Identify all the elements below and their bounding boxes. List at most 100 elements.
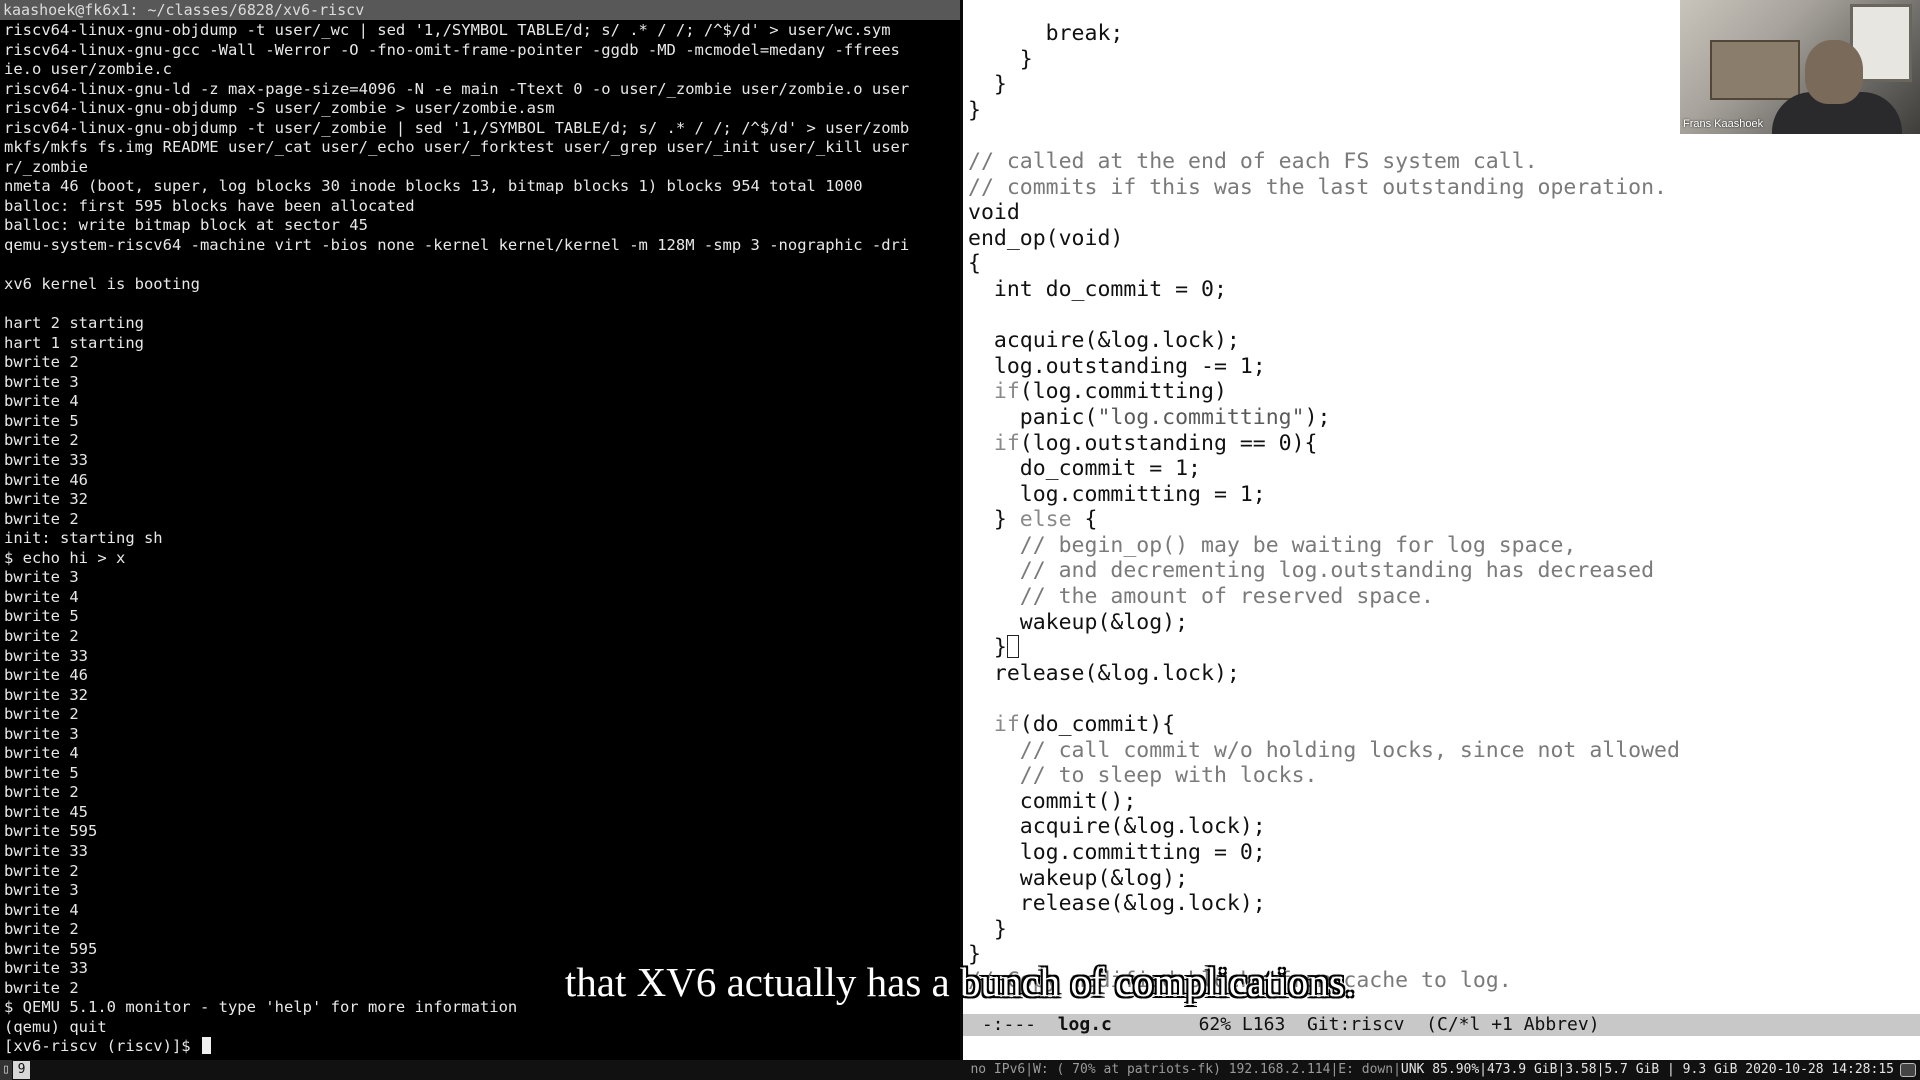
terminal-output[interactable]: riscv64-linux-gnu-objdump -t user/_wc | … bbox=[4, 21, 958, 1057]
terminal-line: bwrite 32 bbox=[4, 685, 88, 704]
code-line[interactable]: log.outstanding -= 1; bbox=[968, 354, 1908, 380]
code-comment: // and decrementing log.outstanding has … bbox=[968, 558, 1655, 584]
code-line[interactable]: commit(); bbox=[968, 789, 1908, 815]
code-line[interactable]: end_op(void) bbox=[968, 226, 1908, 252]
code-line[interactable]: wakeup(&log); bbox=[968, 866, 1908, 892]
i3-status-bar: ▯ 9 no IPv6|W: ( 70% at patriots-fk) 192… bbox=[0, 1060, 1920, 1080]
code-line[interactable]: if(do_commit){ bbox=[968, 712, 1908, 738]
code-text: } bbox=[968, 97, 981, 123]
terminal-line: bwrite 32 bbox=[4, 490, 88, 509]
terminal-line: hart 2 starting bbox=[4, 314, 144, 333]
code-text: } bbox=[968, 942, 981, 968]
terminal-line: bwrite 3 bbox=[4, 568, 79, 587]
code-line[interactable]: // and decrementing log.outstanding has … bbox=[968, 558, 1908, 584]
terminal-line: bwrite 2 bbox=[4, 626, 79, 645]
terminal-line: bwrite 33 bbox=[4, 959, 88, 978]
code-text: void bbox=[968, 200, 1020, 226]
code-line[interactable]: release(&log.lock); bbox=[968, 661, 1908, 687]
code-text: int do_commit = 0; bbox=[968, 276, 1227, 302]
terminal-line: balloc: write bitmap block at sector 45 bbox=[4, 216, 368, 235]
code-keyword: if bbox=[993, 712, 1020, 738]
terminal-window[interactable]: kaashoek@fk6x1: ~/classes/6828/xv6-riscv… bbox=[0, 0, 960, 1060]
code-line[interactable]: } bbox=[968, 942, 1908, 968]
code-line[interactable]: log.committing = 1; bbox=[968, 482, 1908, 508]
terminal-line: bwrite 3 bbox=[4, 724, 79, 743]
terminal-line: riscv64-linux-gnu-objdump -t user/_zombi… bbox=[4, 118, 910, 137]
modeline-position: 62% L163 bbox=[1111, 1014, 1286, 1035]
code-text: if(do_commit){ bbox=[993, 712, 1176, 738]
code-text: panic("log.committing"); bbox=[968, 404, 1331, 430]
terminal-line: bwrite 2 bbox=[4, 705, 79, 724]
code-keyword: if bbox=[993, 379, 1020, 405]
terminal-line: bwrite 45 bbox=[4, 802, 88, 821]
terminal-line: (qemu) quit bbox=[4, 1017, 107, 1036]
code-text: commit(); bbox=[968, 788, 1137, 814]
terminal-line: hart 1 starting bbox=[4, 333, 144, 352]
terminal-line: balloc: first 595 blocks have been alloc… bbox=[4, 196, 415, 215]
code-line[interactable]: if(log.outstanding == 0){ bbox=[968, 431, 1908, 457]
code-buffer[interactable]: break; } }} // called at the end of each … bbox=[968, 21, 1908, 994]
code-line[interactable] bbox=[968, 303, 1908, 329]
terminal-line: bwrite 33 bbox=[4, 841, 88, 860]
code-line[interactable]: panic("log.committing"); bbox=[968, 405, 1908, 431]
emacs-minibuffer[interactable] bbox=[963, 1036, 1920, 1060]
code-comment: // begin_op() may be waiting for log spa… bbox=[968, 532, 1577, 558]
terminal-line: bwrite 4 bbox=[4, 587, 79, 606]
code-line[interactable]: // call commit w/o holding locks, since … bbox=[968, 738, 1908, 764]
code-line[interactable]: } bbox=[968, 917, 1908, 943]
modeline-filename: log.c bbox=[1057, 1014, 1112, 1035]
terminal-line: bwrite 595 bbox=[4, 939, 98, 958]
terminal-line: ie.o user/zombie.c bbox=[4, 60, 172, 79]
code-line[interactable]: { bbox=[968, 251, 1908, 277]
person-head-shape bbox=[1805, 40, 1863, 104]
code-line[interactable]: int do_commit = 0; bbox=[968, 277, 1908, 303]
code-text: end_op(void) bbox=[968, 225, 1124, 251]
terminal-title: kaashoek@fk6x1: ~/classes/6828/xv6-riscv bbox=[0, 0, 960, 20]
terminal-line: bwrite 3 bbox=[4, 372, 79, 391]
code-line[interactable]: // commits if this was the last outstand… bbox=[968, 175, 1908, 201]
code-text: do_commit = 1; bbox=[968, 456, 1201, 482]
code-keyword: else bbox=[1019, 507, 1072, 533]
code-line[interactable]: acquire(&log.lock); bbox=[968, 328, 1908, 354]
code-comment: // to sleep with locks. bbox=[968, 763, 1318, 789]
code-line[interactable]: // the amount of reserved space. bbox=[968, 584, 1908, 610]
code-keyword: if bbox=[993, 430, 1020, 456]
code-line[interactable]: // called at the end of each FS system c… bbox=[968, 149, 1908, 175]
tray-icon[interactable] bbox=[1900, 1063, 1916, 1077]
code-text: } bbox=[968, 72, 1007, 98]
code-comment: // the amount of reserved space. bbox=[968, 584, 1434, 610]
code-line[interactable]: } else { bbox=[968, 507, 1908, 533]
terminal-line: nmeta 46 (boot, super, log blocks 30 ino… bbox=[4, 177, 863, 196]
code-line[interactable]: if(log.committing) bbox=[968, 379, 1908, 405]
code-line[interactable]: release(&log.lock); bbox=[968, 891, 1908, 917]
workspace-indicator-icon[interactable]: ▯ bbox=[0, 1060, 12, 1080]
code-text: release(&log.lock); bbox=[968, 891, 1266, 917]
code-text: } bbox=[968, 916, 1007, 942]
terminal-line: bwrite 2 bbox=[4, 978, 79, 997]
code-line[interactable]: acquire(&log.lock); bbox=[968, 814, 1908, 840]
code-line[interactable] bbox=[968, 686, 1908, 712]
code-line[interactable]: do_commit = 1; bbox=[968, 456, 1908, 482]
emacs-editor[interactable]: break; } }} // called at the end of each … bbox=[963, 0, 1920, 1060]
code-text: { bbox=[968, 251, 981, 277]
bookshelf-shape bbox=[1710, 40, 1800, 100]
code-line[interactable]: wakeup(&log); bbox=[968, 610, 1908, 636]
code-text: log.committing = 0; bbox=[968, 840, 1266, 865]
terminal-line: bwrite 5 bbox=[4, 411, 79, 430]
code-line[interactable]: void bbox=[968, 200, 1908, 226]
code-text: } bbox=[968, 46, 1033, 72]
terminal-prompt-line[interactable]: [xv6-riscv (riscv)]$ bbox=[4, 1037, 958, 1057]
code-line[interactable]: // to sleep with locks. bbox=[968, 763, 1908, 789]
code-line[interactable]: // Copy modified blocks from cache to lo… bbox=[968, 968, 1908, 994]
code-line[interactable]: // begin_op() may be waiting for log spa… bbox=[968, 533, 1908, 559]
code-text: acquire(&log.lock); bbox=[968, 328, 1240, 354]
code-comment: // Copy modified blocks from cache to lo… bbox=[968, 967, 1512, 993]
workspace-button[interactable]: 9 bbox=[13, 1061, 30, 1079]
code-line[interactable]: log.committing = 0; bbox=[968, 840, 1908, 866]
terminal-line: riscv64-linux-gnu-objdump -S user/_zombi… bbox=[4, 99, 555, 118]
code-line[interactable]: } bbox=[968, 635, 1908, 661]
terminal-line: bwrite 2 bbox=[4, 783, 79, 802]
terminal-line: riscv64-linux-gnu-objdump -t user/_wc | … bbox=[4, 21, 891, 39]
